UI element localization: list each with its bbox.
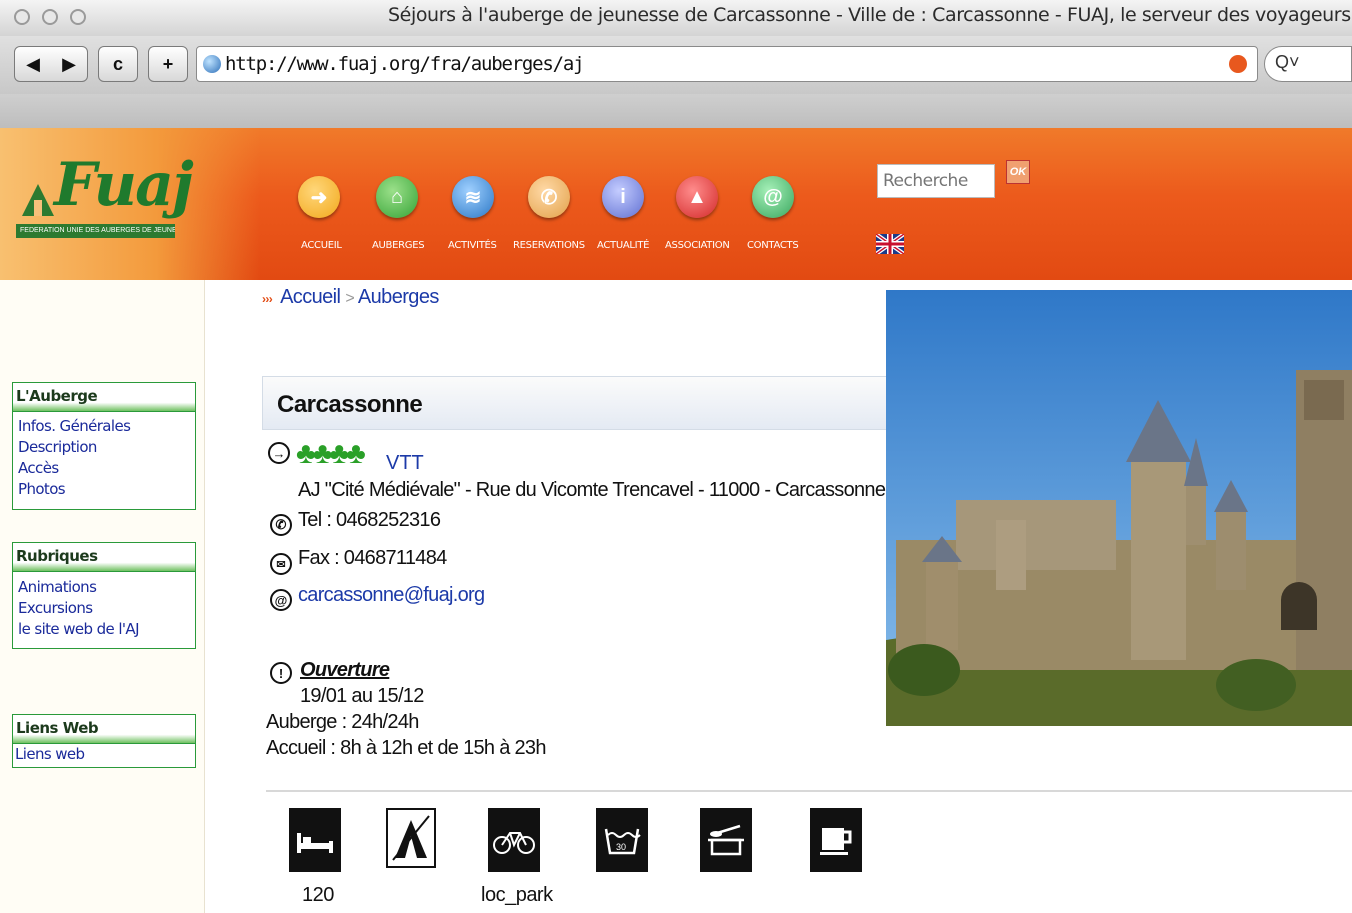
url-text[interactable]: http://www.fuaj.org/fra/auberges/aj	[225, 53, 585, 75]
uk-flag-icon[interactable]	[876, 234, 904, 254]
globe-icon	[203, 55, 221, 73]
search-ok-button[interactable]: OK	[1006, 160, 1030, 184]
nav-reservations[interactable]: RESERVATIONS	[513, 240, 585, 251]
breadcrumb-arrows-icon: ›››	[262, 292, 273, 306]
sidebar-heading-rubriques: Rubriques	[13, 543, 195, 572]
opening-accueil: Accueil : 8h à 12h et de 15h à 23h	[266, 737, 546, 759]
fuaj-logo[interactable]: Fuaj FEDERATION UNIE DES AUBERGES DE JEU…	[16, 140, 194, 250]
breadcrumb-current[interactable]: Auberges	[358, 286, 439, 308]
address-bar[interactable]: http://www.fuaj.org/fra/auberges/aj	[196, 46, 1258, 82]
address-text: AJ "Cité Médiévale" - Rue du Vicomte Tre…	[298, 479, 886, 501]
browser-search-field[interactable]: Q˅	[1264, 46, 1352, 82]
email-icon: @	[270, 589, 292, 611]
opening-auberge: Auberge : 24h/24h	[266, 711, 419, 733]
breadcrumb-home[interactable]: Accueil	[280, 286, 341, 308]
zoom-window-icon[interactable]	[70, 9, 86, 25]
nav-activites[interactable]: ACTIVITÉS	[448, 240, 497, 251]
trees-icon: ♣♣♣♣	[296, 437, 366, 470]
sidebar-link-description[interactable]: Description	[13, 437, 195, 458]
nav-actualite[interactable]: ACTUALITÉ	[597, 240, 649, 251]
breadcrumb-separator: >	[345, 290, 355, 307]
bed-icon	[289, 808, 341, 872]
minimize-window-icon[interactable]	[42, 9, 58, 25]
email-link[interactable]: carcassonne@fuaj.org	[298, 584, 485, 607]
sidebar-box-rubriques: Rubriques Animations Excursions le site …	[12, 542, 196, 649]
fax-text: Fax : 0468711484	[298, 547, 447, 569]
reload-button[interactable]: c	[98, 46, 138, 82]
sidebar-box-auberge: L'Auberge Infos. Générales Description A…	[12, 382, 196, 510]
logo-tagline: FEDERATION UNIE DES AUBERGES DE JEUNESSE	[16, 224, 175, 238]
sidebar-box-liens-web: Liens Web Liens web	[12, 714, 196, 768]
sidebar-link-liens-web[interactable]: Liens web	[13, 744, 195, 765]
logo-text: Fuaj	[54, 150, 194, 220]
add-bookmark-icon: +	[162, 53, 174, 74]
bookmarks-bar	[0, 94, 1352, 129]
nav-contacts[interactable]: CONTACTS	[747, 240, 799, 251]
window-titlebar: Séjours à l'auberge de jeunesse de Carca…	[0, 0, 1352, 36]
breadcrumb: ››› Accueil > Auberges	[262, 286, 439, 309]
sidebar-link-site-web[interactable]: le site web de l'AJ	[13, 619, 195, 640]
svg-text:30: 30	[616, 842, 626, 852]
back-forward-buttons[interactable]: ◀ ▶	[14, 46, 88, 82]
nav-accueil-icon[interactable]: ➜	[298, 176, 340, 218]
nav-association-icon[interactable]: ▲	[676, 176, 718, 218]
nav-auberges-icon[interactable]: ⌂	[376, 176, 418, 218]
opening-dates: 19/01 au 15/12	[300, 685, 424, 707]
sidebar-heading-auberge: L'Auberge	[13, 383, 195, 412]
tent-icon	[386, 808, 436, 868]
forward-arrow-icon[interactable]: ▶	[62, 54, 76, 75]
nav-association[interactable]: ASSOCIATION	[665, 240, 730, 251]
nav-actualite-icon[interactable]: i	[602, 176, 644, 218]
window-title: Séjours à l'auberge de jeunesse de Carca…	[388, 4, 1351, 26]
search-icon: Q˅	[1275, 52, 1300, 72]
close-window-icon[interactable]	[14, 9, 30, 25]
site-header: Fuaj FEDERATION UNIE DES AUBERGES DE JEU…	[0, 128, 1352, 280]
sidebar-link-acces[interactable]: Accès	[13, 458, 195, 479]
add-bookmark-button[interactable]: +	[148, 46, 188, 82]
coffee-cup-icon	[810, 808, 862, 872]
phone-icon: ✆	[270, 514, 292, 536]
snapback-icon[interactable]	[1229, 55, 1247, 73]
activity-vtt[interactable]: VTT	[386, 452, 424, 475]
tel-text: Tel : 0468252316	[298, 509, 441, 531]
fax-icon: ✉	[270, 553, 292, 575]
amenity-beds-count: 120	[302, 884, 334, 906]
hostel-logo-icon	[22, 184, 54, 216]
opening-heading: Ouverture	[300, 659, 390, 681]
back-arrow-icon[interactable]: ◀	[26, 54, 40, 75]
amenity-bike-label: loc_park	[481, 884, 553, 906]
nav-reservations-icon[interactable]: ✆	[528, 176, 570, 218]
bicycle-icon	[488, 808, 540, 872]
nav-contacts-icon[interactable]: @	[752, 176, 794, 218]
sidebar-link-excursions[interactable]: Excursions	[13, 598, 195, 619]
carcassonne-photo	[886, 290, 1352, 726]
sidebar-heading-liens-web: Liens Web	[13, 715, 195, 744]
sidebar-link-infos-generales[interactable]: Infos. Générales	[13, 416, 195, 437]
nav-auberges[interactable]: AUBERGES	[372, 240, 425, 251]
sidebar-link-photos[interactable]: Photos	[13, 479, 195, 500]
laundry-icon: 30	[596, 808, 648, 872]
nav-activites-icon[interactable]: ≋	[452, 176, 494, 218]
sidebar-link-animations[interactable]: Animations	[13, 577, 195, 598]
divider	[266, 790, 1352, 792]
site-search-input[interactable]	[877, 164, 995, 198]
page-title: Carcassonne	[277, 391, 423, 418]
title-bar: Carcassonne	[262, 376, 888, 430]
nav-accueil[interactable]: ACCUEIL	[301, 240, 342, 251]
kitchen-icon	[700, 808, 752, 872]
reload-icon: c	[112, 53, 123, 74]
arrow-circle-icon: →	[268, 442, 290, 464]
opening-info-icon: !	[270, 662, 292, 684]
